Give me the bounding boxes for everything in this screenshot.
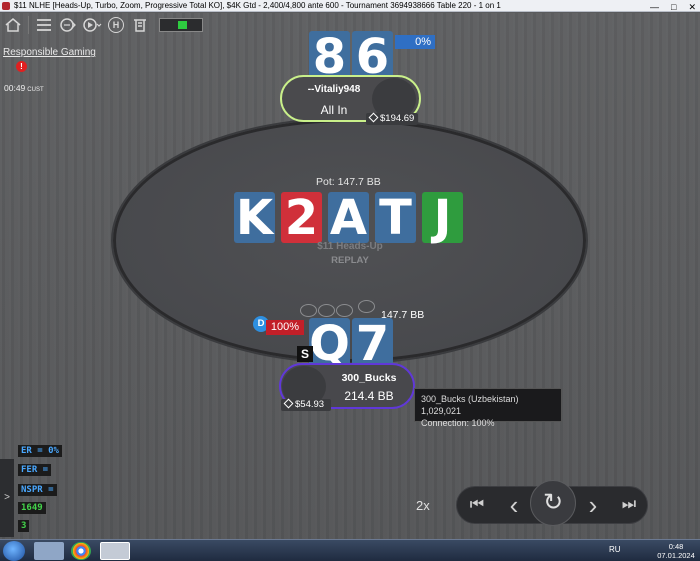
- poker-client-task-icon[interactable]: [100, 542, 130, 560]
- bounty-icon: [283, 398, 294, 409]
- board-card-5: J: [422, 192, 463, 244]
- player-info-tooltip: 300_Bucks (Uzbekistan) 1,029,021 Connect…: [414, 388, 562, 428]
- window-controls: — □ ✕: [650, 1, 696, 13]
- keyboard-language[interactable]: RU: [609, 545, 621, 554]
- tooltip-line-2: Connection: 100%: [421, 418, 495, 428]
- hotkey-icon[interactable]: H: [105, 15, 127, 35]
- player-badge: S: [297, 346, 313, 362]
- bottom-player-card-2: 7: [352, 318, 393, 370]
- board-card-1: K: [234, 190, 275, 246]
- responsible-gaming-link[interactable]: Responsible Gaming: [3, 47, 96, 58]
- board-card-3: A: [328, 190, 369, 246]
- pot-label: Pot: 147.7 BB: [316, 176, 381, 188]
- hud-stat-nspr[interactable]: NSPR =: [18, 484, 57, 496]
- cashier-icon[interactable]: [129, 15, 151, 35]
- progress-fill: [178, 21, 187, 29]
- first-step-icon[interactable]: ⏮: [464, 492, 490, 518]
- hud-stat-fer[interactable]: FER =: [18, 464, 52, 476]
- alert-icon[interactable]: !: [16, 61, 27, 72]
- table-name-label: $11 Heads-Up: [317, 241, 383, 252]
- window-titlebar: $11 NLHE [Heads-Up, Turbo, Zoom, Progres…: [0, 0, 700, 12]
- bottom-player-equity: 100%: [266, 320, 304, 335]
- replay-restart-icon[interactable]: ↻: [530, 480, 576, 526]
- bounty-icon: [368, 112, 379, 123]
- timer-value: 00:49: [4, 83, 26, 93]
- table-progress-widget: [159, 18, 203, 32]
- board-card-4: T: [375, 192, 416, 244]
- bottom-player-stack-bb: 214.4 BB: [344, 389, 394, 403]
- previous-step-icon[interactable]: ‹: [501, 492, 527, 518]
- menu-icon[interactable]: [33, 15, 55, 35]
- chat-icon[interactable]: [57, 15, 79, 35]
- hud-stat-hands[interactable]: 1649: [18, 502, 46, 514]
- hud-stat-extra[interactable]: 3: [18, 520, 30, 532]
- table-toolbar: H: [2, 15, 203, 35]
- hud-stat-er[interactable]: ER = 0%: [18, 445, 62, 457]
- bottom-player-name: 300_Bucks: [341, 372, 397, 384]
- chrome-task-icon[interactable]: [71, 542, 91, 560]
- top-player-equity: 0%: [395, 35, 435, 49]
- board-card-2: 2: [281, 192, 322, 244]
- play-icon[interactable]: [81, 15, 103, 35]
- start-button[interactable]: [3, 541, 25, 561]
- minimize-button[interactable]: —: [650, 1, 659, 13]
- last-step-icon[interactable]: ⏭: [616, 492, 642, 518]
- top-player-name: --Vitaliy948: [307, 84, 361, 95]
- notepad-task-icon[interactable]: [34, 542, 64, 560]
- window-title: $11 NLHE [Heads-Up, Turbo, Zoom, Progres…: [14, 1, 501, 10]
- system-clock[interactable]: 0:48 07.01.2024: [655, 542, 697, 560]
- tooltip-line-1: 300_Bucks (Uzbekistan) 1,029,021: [421, 394, 519, 416]
- clock-time: 0:48: [668, 542, 684, 551]
- replay-label: REPLAY: [331, 255, 369, 266]
- bottom-player-card-1: Q: [309, 316, 350, 372]
- close-button[interactable]: ✕: [688, 1, 696, 13]
- session-timer: 00:49 CUST: [4, 83, 44, 93]
- replay-speed-button[interactable]: 2x: [416, 498, 430, 513]
- app-icon: [2, 2, 10, 10]
- clock-date: 07.01.2024: [657, 551, 695, 560]
- next-step-icon[interactable]: ›: [580, 492, 606, 518]
- maximize-button[interactable]: □: [671, 1, 676, 13]
- toolbar-divider: [28, 16, 29, 34]
- home-icon[interactable]: [2, 15, 24, 35]
- bet-chip-4: [358, 300, 375, 313]
- timer-label: CUST: [27, 87, 44, 93]
- hud-expand-tab[interactable]: >: [0, 459, 14, 537]
- os-taskbar: RU 0:48 07.01.2024: [0, 539, 700, 561]
- bottom-player-stack: $54.93: [281, 398, 331, 411]
- top-player-stack: $194.69: [366, 112, 418, 125]
